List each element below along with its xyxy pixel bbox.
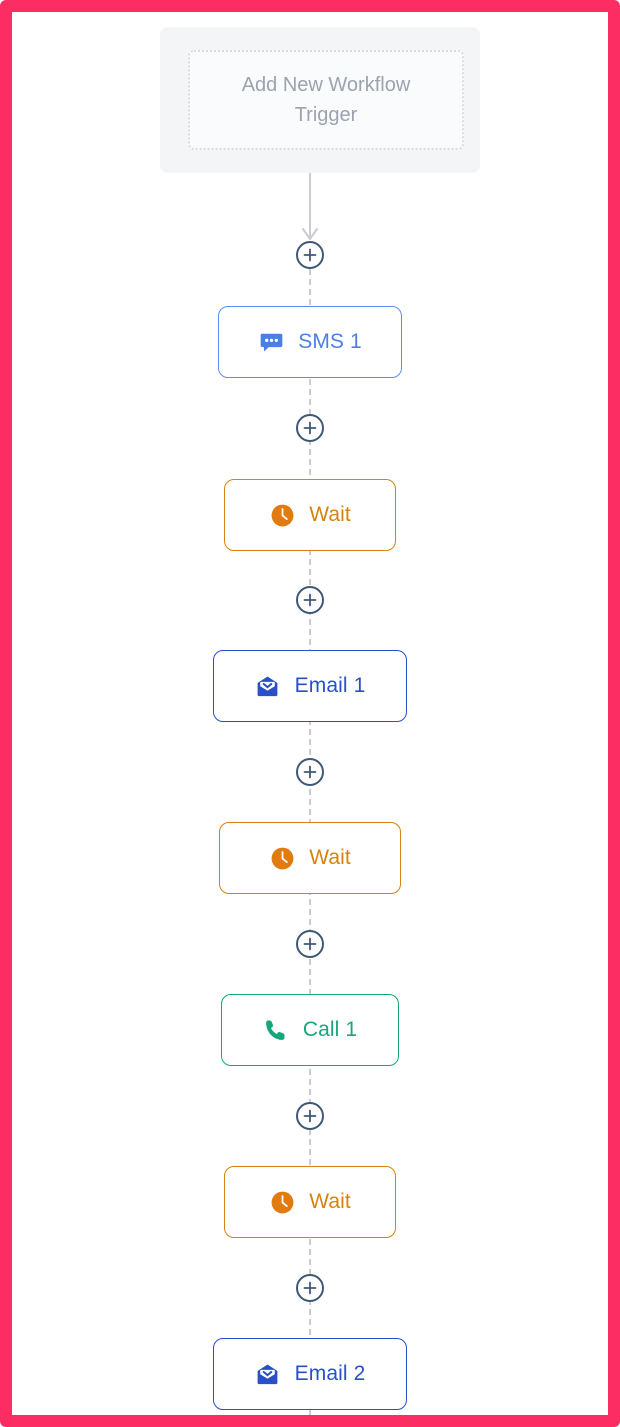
workflow-step-label: Wait	[309, 846, 351, 869]
workflow-step-sms-1[interactable]: SMS 1	[218, 306, 402, 378]
add-workflow-trigger-label: Add New Workflow Trigger	[241, 74, 411, 126]
phone-icon	[263, 1017, 289, 1043]
chat-bubble-icon	[258, 329, 284, 355]
workflow-canvas: Add New Workflow Trigger SMS 1 Wait Emai…	[22, 22, 598, 1415]
add-step-button-3[interactable]	[296, 586, 324, 614]
envelope-icon	[255, 673, 281, 699]
add-workflow-trigger-card[interactable]: Add New Workflow Trigger	[188, 50, 464, 150]
plus-icon	[303, 1281, 317, 1295]
add-step-button-5[interactable]	[296, 930, 324, 958]
workflow-step-label: SMS 1	[298, 330, 362, 353]
workflow-step-wait-2[interactable]: Wait	[219, 822, 401, 894]
trigger-arrow-icon	[302, 173, 318, 240]
plus-icon	[303, 593, 317, 607]
add-step-button-6[interactable]	[296, 1102, 324, 1130]
workflow-step-email-1[interactable]: Email 1	[213, 650, 407, 722]
clock-icon	[269, 502, 295, 528]
workflow-step-wait-3[interactable]: Wait	[224, 1166, 396, 1238]
clock-icon	[269, 845, 295, 871]
add-step-button-4[interactable]	[296, 758, 324, 786]
workflow-step-label: Wait	[309, 1190, 351, 1213]
plus-icon	[303, 421, 317, 435]
plus-icon	[303, 765, 317, 779]
workflow-step-label: Email 1	[294, 674, 366, 697]
workflow-step-label: Email 2	[294, 1362, 366, 1385]
plus-icon	[303, 1109, 317, 1123]
plus-icon	[303, 248, 317, 262]
workflow-step-email-2[interactable]: Email 2	[213, 1338, 407, 1410]
plus-icon	[303, 937, 317, 951]
workflow-step-wait-1[interactable]: Wait	[224, 479, 396, 551]
envelope-icon	[255, 1361, 281, 1387]
workflow-step-call-1[interactable]: Call 1	[221, 994, 399, 1066]
workflow-step-label: Wait	[309, 503, 351, 526]
add-step-button-7[interactable]	[296, 1274, 324, 1302]
clock-icon	[269, 1189, 295, 1215]
workflow-builder-frame: Add New Workflow Trigger SMS 1 Wait Emai…	[0, 0, 620, 1427]
workflow-step-label: Call 1	[302, 1018, 358, 1041]
workflow-trigger-container: Add New Workflow Trigger	[160, 27, 480, 173]
add-step-button-1[interactable]	[296, 241, 324, 269]
add-step-button-2[interactable]	[296, 414, 324, 442]
